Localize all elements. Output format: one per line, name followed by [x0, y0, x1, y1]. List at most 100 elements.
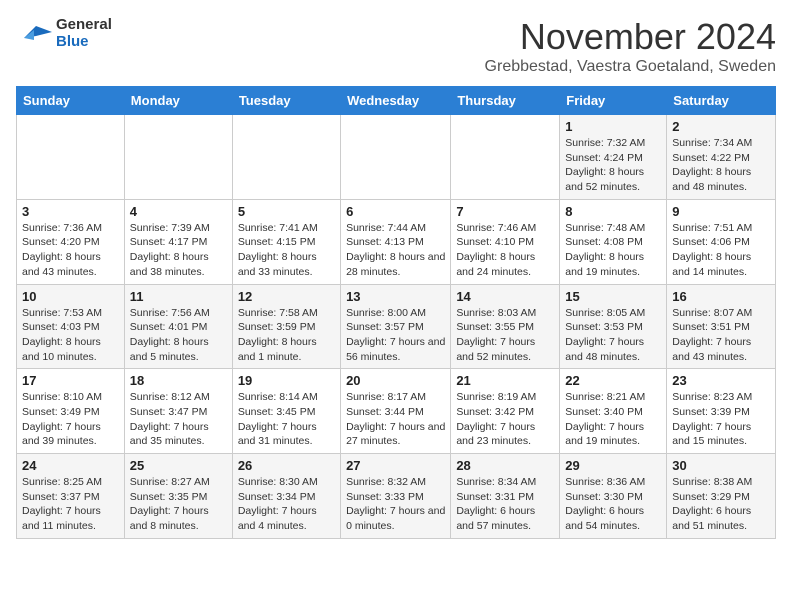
day-info: Sunrise: 7:39 AMSunset: 4:17 PMDaylight:…: [130, 221, 227, 280]
day-info: Sunrise: 7:58 AMSunset: 3:59 PMDaylight:…: [238, 306, 335, 365]
day-info: Sunrise: 7:36 AMSunset: 4:20 PMDaylight:…: [22, 221, 119, 280]
day-info: Sunrise: 8:21 AMSunset: 3:40 PMDaylight:…: [565, 390, 661, 449]
weekday-header-row: SundayMondayTuesdayWednesdayThursdayFrid…: [17, 87, 776, 115]
day-number: 23: [672, 373, 770, 388]
day-number: 22: [565, 373, 661, 388]
day-info: Sunrise: 8:05 AMSunset: 3:53 PMDaylight:…: [565, 306, 661, 365]
day-info: Sunrise: 7:44 AMSunset: 4:13 PMDaylight:…: [346, 221, 445, 280]
day-info: Sunrise: 7:46 AMSunset: 4:10 PMDaylight:…: [456, 221, 554, 280]
day-info: Sunrise: 7:41 AMSunset: 4:15 PMDaylight:…: [238, 221, 335, 280]
day-number: 3: [22, 204, 119, 219]
location-title: Grebbestad, Vaestra Goetaland, Sweden: [485, 58, 776, 76]
day-number: 9: [672, 204, 770, 219]
calendar-week-row: 10Sunrise: 7:53 AMSunset: 4:03 PMDayligh…: [17, 284, 776, 369]
day-number: 2: [672, 119, 770, 134]
calendar-table: SundayMondayTuesdayWednesdayThursdayFrid…: [16, 86, 776, 539]
calendar-cell: 23 Sunrise: 8:23 AMSunset: 3:39 PMDayligh…: [667, 369, 776, 454]
day-info: Sunrise: 8:34 AMSunset: 3:31 PMDaylight:…: [456, 475, 554, 534]
logo-text: General Blue: [56, 16, 112, 50]
day-number: 28: [456, 458, 554, 473]
calendar-cell: 17Sunrise: 8:10 AMSunset: 3:49 PMDayligh…: [17, 369, 125, 454]
day-number: 11: [130, 289, 227, 304]
calendar-cell: 18 Sunrise: 8:12 AMSunset: 3:47 PMDayligh…: [124, 369, 232, 454]
calendar-cell: 19 Sunrise: 8:14 AMSunset: 3:45 PMDayligh…: [232, 369, 340, 454]
calendar-week-row: 3 Sunrise: 7:36 AMSunset: 4:20 PMDaylight…: [17, 199, 776, 284]
month-title: November 2024: [485, 16, 776, 58]
day-info: Sunrise: 7:32 AMSunset: 4:24 PMDaylight:…: [565, 136, 661, 195]
logo-icon: [16, 18, 52, 48]
calendar-week-row: 1 Sunrise: 7:32 AMSunset: 4:24 PMDaylight…: [17, 115, 776, 200]
day-number: 14: [456, 289, 554, 304]
day-info: Sunrise: 7:34 AMSunset: 4:22 PMDaylight:…: [672, 136, 770, 195]
day-info: Sunrise: 8:17 AMSunset: 3:44 PMDaylight:…: [346, 390, 445, 449]
calendar-cell: [451, 115, 560, 200]
calendar-cell: 8 Sunrise: 7:48 AMSunset: 4:08 PMDaylight…: [560, 199, 667, 284]
calendar-cell: 16Sunrise: 8:07 AMSunset: 3:51 PMDayligh…: [667, 284, 776, 369]
day-info: Sunrise: 8:25 AMSunset: 3:37 PMDaylight:…: [22, 475, 119, 534]
day-number: 30: [672, 458, 770, 473]
day-number: 15: [565, 289, 661, 304]
calendar-cell: 26Sunrise: 8:30 AMSunset: 3:34 PMDayligh…: [232, 454, 340, 539]
calendar-cell: 15 Sunrise: 8:05 AMSunset: 3:53 PMDayligh…: [560, 284, 667, 369]
day-number: 24: [22, 458, 119, 473]
calendar-cell: 30 Sunrise: 8:38 AMSunset: 3:29 PMDayligh…: [667, 454, 776, 539]
day-info: Sunrise: 7:48 AMSunset: 4:08 PMDaylight:…: [565, 221, 661, 280]
calendar-cell: 13 Sunrise: 8:00 AMSunset: 3:57 PMDayligh…: [341, 284, 451, 369]
weekday-header-tuesday: Tuesday: [232, 87, 340, 115]
calendar-cell: 24 Sunrise: 8:25 AMSunset: 3:37 PMDayligh…: [17, 454, 125, 539]
calendar-cell: 14Sunrise: 8:03 AMSunset: 3:55 PMDayligh…: [451, 284, 560, 369]
calendar-week-row: 24 Sunrise: 8:25 AMSunset: 3:37 PMDayligh…: [17, 454, 776, 539]
day-number: 17: [22, 373, 119, 388]
day-info: Sunrise: 8:14 AMSunset: 3:45 PMDaylight:…: [238, 390, 335, 449]
calendar-cell: 28 Sunrise: 8:34 AMSunset: 3:31 PMDayligh…: [451, 454, 560, 539]
day-number: 29: [565, 458, 661, 473]
calendar-cell: 20 Sunrise: 8:17 AMSunset: 3:44 PMDayligh…: [341, 369, 451, 454]
title-area: November 2024 Grebbestad, Vaestra Goetal…: [485, 16, 776, 76]
day-info: Sunrise: 8:07 AMSunset: 3:51 PMDaylight:…: [672, 306, 770, 365]
day-info: Sunrise: 8:38 AMSunset: 3:29 PMDaylight:…: [672, 475, 770, 534]
weekday-header-saturday: Saturday: [667, 87, 776, 115]
calendar-cell: 29 Sunrise: 8:36 AMSunset: 3:30 PMDayligh…: [560, 454, 667, 539]
calendar-body: 1 Sunrise: 7:32 AMSunset: 4:24 PMDaylight…: [17, 115, 776, 539]
day-number: 13: [346, 289, 445, 304]
day-number: 18: [130, 373, 227, 388]
day-number: 4: [130, 204, 227, 219]
weekday-header-thursday: Thursday: [451, 87, 560, 115]
calendar-cell: [124, 115, 232, 200]
day-number: 26: [238, 458, 335, 473]
day-info: Sunrise: 8:12 AMSunset: 3:47 PMDaylight:…: [130, 390, 227, 449]
calendar-cell: [232, 115, 340, 200]
weekday-header-monday: Monday: [124, 87, 232, 115]
day-number: 19: [238, 373, 335, 388]
calendar-cell: 2 Sunrise: 7:34 AMSunset: 4:22 PMDaylight…: [667, 115, 776, 200]
calendar-cell: 12Sunrise: 7:58 AMSunset: 3:59 PMDayligh…: [232, 284, 340, 369]
weekday-header-friday: Friday: [560, 87, 667, 115]
calendar-cell: [17, 115, 125, 200]
day-number: 1: [565, 119, 661, 134]
weekday-header-sunday: Sunday: [17, 87, 125, 115]
day-info: Sunrise: 8:36 AMSunset: 3:30 PMDaylight:…: [565, 475, 661, 534]
day-number: 27: [346, 458, 445, 473]
calendar-week-row: 17Sunrise: 8:10 AMSunset: 3:49 PMDayligh…: [17, 369, 776, 454]
calendar-cell: 10Sunrise: 7:53 AMSunset: 4:03 PMDayligh…: [17, 284, 125, 369]
weekday-header-wednesday: Wednesday: [341, 87, 451, 115]
calendar-cell: 9 Sunrise: 7:51 AMSunset: 4:06 PMDaylight…: [667, 199, 776, 284]
day-number: 20: [346, 373, 445, 388]
day-number: 6: [346, 204, 445, 219]
day-number: 25: [130, 458, 227, 473]
calendar-cell: 11Sunrise: 7:56 AMSunset: 4:01 PMDayligh…: [124, 284, 232, 369]
day-info: Sunrise: 7:51 AMSunset: 4:06 PMDaylight:…: [672, 221, 770, 280]
calendar-cell: 25Sunrise: 8:27 AMSunset: 3:35 PMDayligh…: [124, 454, 232, 539]
calendar-cell: 4 Sunrise: 7:39 AMSunset: 4:17 PMDaylight…: [124, 199, 232, 284]
day-info: Sunrise: 8:00 AMSunset: 3:57 PMDaylight:…: [346, 306, 445, 365]
day-info: Sunrise: 8:32 AMSunset: 3:33 PMDaylight:…: [346, 475, 445, 534]
calendar-header: SundayMondayTuesdayWednesdayThursdayFrid…: [17, 87, 776, 115]
day-info: Sunrise: 8:23 AMSunset: 3:39 PMDaylight:…: [672, 390, 770, 449]
calendar-cell: 27 Sunrise: 8:32 AMSunset: 3:33 PMDayligh…: [341, 454, 451, 539]
day-number: 21: [456, 373, 554, 388]
calendar-cell: 6 Sunrise: 7:44 AMSunset: 4:13 PMDaylight…: [341, 199, 451, 284]
day-number: 5: [238, 204, 335, 219]
calendar-cell: 22 Sunrise: 8:21 AMSunset: 3:40 PMDayligh…: [560, 369, 667, 454]
day-number: 10: [22, 289, 119, 304]
day-number: 8: [565, 204, 661, 219]
